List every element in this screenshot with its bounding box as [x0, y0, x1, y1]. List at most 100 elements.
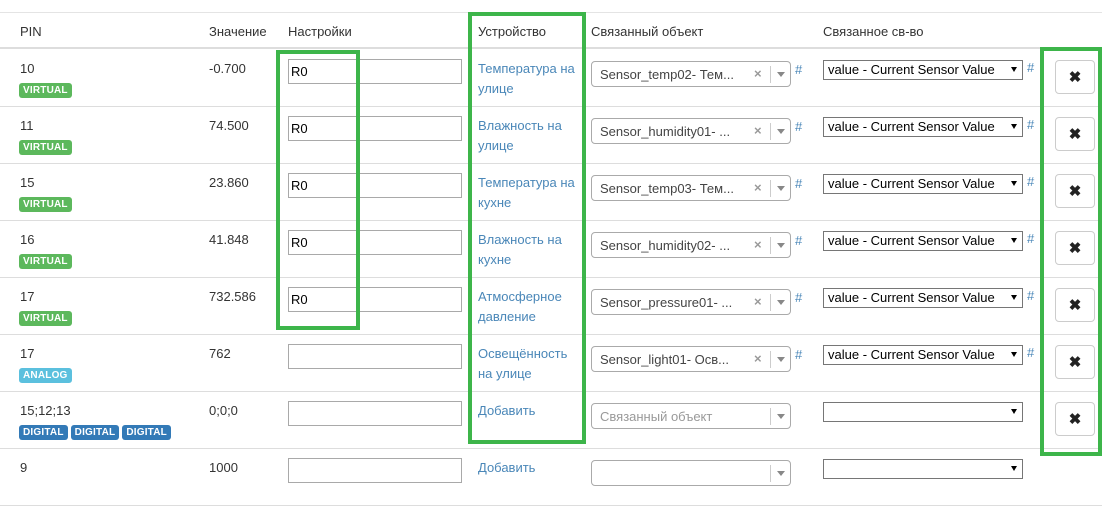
delete-button[interactable]: ✖ — [1055, 117, 1095, 151]
device-link[interactable]: Добавить — [478, 458, 578, 478]
clear-icon[interactable]: × — [754, 351, 762, 366]
linked-object-link[interactable]: # — [795, 290, 802, 305]
linked-property-select[interactable]: value - Current Sensor Value — [823, 288, 1023, 308]
device-link[interactable]: Температура на кухне — [478, 173, 578, 213]
device-link[interactable]: Атмосферное давление — [478, 287, 578, 327]
header-linked-property: Связанное св-во — [823, 24, 924, 39]
chevron-down-icon[interactable] — [777, 129, 785, 134]
linked-object-value: Sensor_temp03- Тем... — [600, 181, 734, 196]
linked-object-select[interactable]: Sensor_temp02- Тем... × — [591, 61, 791, 87]
clear-icon[interactable]: × — [754, 180, 762, 195]
clear-icon[interactable]: × — [754, 123, 762, 138]
device-link[interactable]: Температура на улице — [478, 59, 578, 99]
close-icon: ✖ — [1068, 354, 1082, 371]
delete-button[interactable]: ✖ — [1055, 402, 1095, 436]
linked-property-link[interactable]: # — [1027, 345, 1034, 360]
linked-property-link[interactable]: # — [1027, 60, 1034, 75]
pin-type-badge: VIRTUAL — [19, 311, 72, 326]
linked-object-select[interactable]: Sensor_light01- Осв... × — [591, 346, 791, 372]
device-link[interactable]: Влажность на улице — [478, 116, 578, 156]
close-icon: ✖ — [1068, 411, 1082, 428]
delete-button[interactable]: ✖ — [1055, 288, 1095, 322]
pin-type-badge: DIGITAL — [70, 425, 120, 440]
delete-button[interactable]: ✖ — [1055, 345, 1095, 379]
linked-property-select[interactable] — [823, 459, 1023, 479]
linked-object-placeholder: Связанный объект — [600, 409, 713, 424]
chevron-down-icon[interactable] — [777, 243, 785, 248]
linked-property-select[interactable]: value - Current Sensor Value — [823, 345, 1023, 365]
table-row: 17 VIRTUAL 732.586 Атмосферное давление Sens… — [0, 278, 1102, 335]
clear-icon[interactable]: × — [754, 294, 762, 309]
clear-icon[interactable]: × — [754, 237, 762, 252]
linked-object-link[interactable]: # — [795, 62, 802, 77]
pin-type-badge: VIRTUAL — [19, 140, 72, 155]
pin-value: 1000 — [209, 460, 238, 475]
header-pin: PIN — [20, 24, 42, 39]
combo-divider — [770, 123, 771, 140]
pin-number: 10 — [20, 61, 35, 76]
settings-input[interactable] — [288, 116, 462, 141]
settings-input[interactable] — [288, 173, 462, 198]
pin-number: 11 — [20, 118, 34, 133]
delete-button[interactable]: ✖ — [1055, 174, 1095, 208]
linked-object-link[interactable]: # — [795, 233, 802, 248]
combo-divider — [770, 180, 771, 197]
linked-object-link[interactable]: # — [795, 347, 802, 362]
linked-property-link[interactable]: # — [1027, 117, 1034, 132]
delete-button[interactable]: ✖ — [1055, 60, 1095, 94]
linked-object-value: Sensor_pressure01- ... — [600, 295, 733, 310]
linked-object-select[interactable]: Sensor_temp03- Тем... × — [591, 175, 791, 201]
pin-value: -0.700 — [209, 61, 246, 76]
linked-object-link[interactable]: # — [795, 119, 802, 134]
linked-property-value: value - Current Sensor Value — [828, 290, 995, 305]
device-link[interactable]: Освещённость на улице — [478, 344, 578, 384]
table-row: 16 VIRTUAL 41.848 Влажность на кухне Sensor_… — [0, 221, 1102, 278]
pin-number: 15 — [20, 175, 35, 190]
table-row: 15;12;13 DIGITAL DIGITAL DIGITAL 0;0;0 Добави… — [0, 392, 1102, 449]
pin-value: 41.848 — [209, 232, 249, 247]
settings-input[interactable] — [288, 344, 462, 369]
close-icon: ✖ — [1068, 297, 1082, 314]
chevron-down-icon[interactable] — [777, 471, 785, 476]
linked-property-link[interactable]: # — [1027, 174, 1034, 189]
settings-input[interactable] — [288, 401, 462, 426]
dropdown-arrow-icon — [1011, 181, 1017, 186]
linked-property-link[interactable]: # — [1027, 288, 1034, 303]
chevron-down-icon[interactable] — [777, 357, 785, 362]
dropdown-arrow-icon — [1011, 124, 1017, 129]
linked-property-select[interactable]: value - Current Sensor Value — [823, 117, 1023, 137]
delete-button[interactable]: ✖ — [1055, 231, 1095, 265]
dropdown-arrow-icon — [1011, 409, 1017, 414]
pin-number: 16 — [20, 232, 35, 247]
linked-property-select[interactable]: value - Current Sensor Value — [823, 60, 1023, 80]
settings-input[interactable] — [288, 59, 462, 84]
linked-object-select[interactable] — [591, 460, 791, 486]
linked-property-link[interactable]: # — [1027, 231, 1034, 246]
linked-object-select[interactable]: Связанный объект — [591, 403, 791, 429]
linked-object-select[interactable]: Sensor_humidity01- ... × — [591, 118, 791, 144]
close-icon: ✖ — [1068, 69, 1082, 86]
pin-value: 762 — [209, 346, 231, 361]
linked-property-select[interactable]: value - Current Sensor Value — [823, 174, 1023, 194]
device-link[interactable]: Добавить — [478, 401, 578, 421]
pin-type-badge: DIGITAL — [122, 425, 171, 440]
chevron-down-icon[interactable] — [777, 414, 785, 419]
chevron-down-icon[interactable] — [777, 300, 785, 305]
settings-input[interactable] — [288, 287, 462, 312]
device-link[interactable]: Влажность на кухне — [478, 230, 578, 270]
linked-property-select[interactable]: value - Current Sensor Value — [823, 231, 1023, 251]
header-device: Устройство — [478, 24, 547, 39]
close-icon: ✖ — [1068, 126, 1082, 143]
linked-property-select[interactable] — [823, 402, 1023, 422]
table-row: 10 VIRTUAL -0.700 Температура на улице Senso… — [0, 50, 1102, 107]
linked-object-select[interactable]: Sensor_humidity02- ... × — [591, 232, 791, 258]
settings-input[interactable] — [288, 458, 462, 483]
combo-divider — [770, 294, 771, 311]
clear-icon[interactable]: × — [754, 66, 762, 81]
chevron-down-icon[interactable] — [777, 186, 785, 191]
linked-object-link[interactable]: # — [795, 176, 802, 191]
settings-input[interactable] — [288, 230, 462, 255]
pin-type-badge: DIGITAL — [19, 425, 68, 440]
linked-object-select[interactable]: Sensor_pressure01- ... × — [591, 289, 791, 315]
chevron-down-icon[interactable] — [777, 72, 785, 77]
